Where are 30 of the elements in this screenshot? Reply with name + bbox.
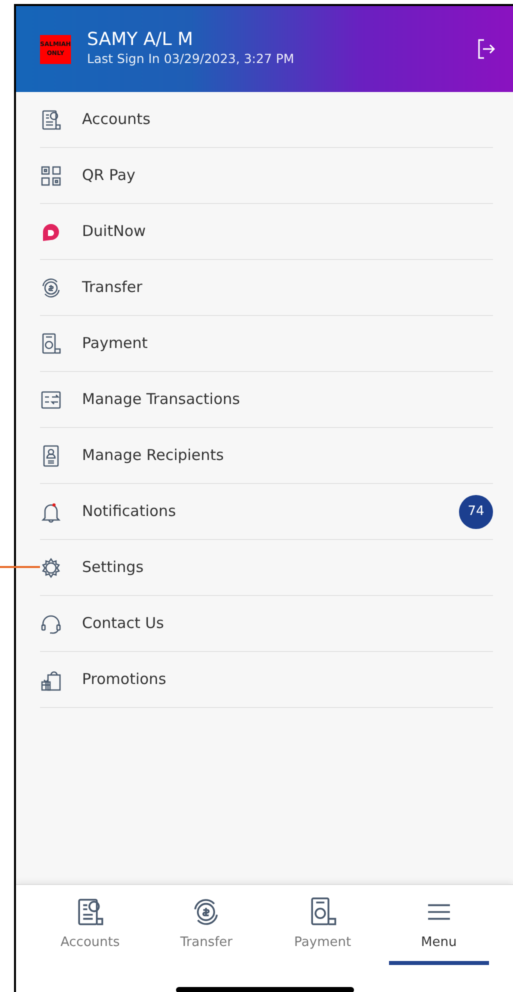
menu-item[interactable]: Transfer <box>82 276 493 299</box>
transactions-icon <box>40 388 62 410</box>
menu-item[interactable]: Contact Us <box>82 612 493 635</box>
logout-icon[interactable] <box>477 39 495 59</box>
count-badge: 74 <box>459 494 493 528</box>
nav-tab[interactable]: Payment <box>272 927 373 964</box>
headset-icon <box>40 612 62 634</box>
gift-icon <box>40 668 62 690</box>
leader-line <box>0 566 40 568</box>
menu-item[interactable]: Notifications <box>82 500 459 523</box>
menu-item[interactable]: Payment <box>82 332 493 355</box>
menu-item[interactable]: QR Pay <box>82 164 493 187</box>
menu-item[interactable]: Manage Transactions <box>82 388 493 411</box>
nav-tab[interactable]: Accounts <box>40 927 140 964</box>
menu-item[interactable]: Manage Recipients <box>82 444 493 467</box>
user-name: SAMY A/L M <box>87 30 194 50</box>
menu-item[interactable]: Settings <box>82 556 493 579</box>
accounts-icon <box>40 108 62 130</box>
menu-item[interactable]: Promotions <box>82 668 493 691</box>
gear-icon <box>40 556 62 578</box>
menu-item[interactable]: DuitNow <box>82 220 493 243</box>
bill-icon <box>40 332 62 354</box>
menu-item[interactable]: Accounts <box>82 108 493 131</box>
transfer-icon <box>40 276 62 298</box>
nav-tab[interactable]: Transfer <box>156 927 256 964</box>
qr-code-icon <box>40 164 62 186</box>
bell-icon <box>40 500 62 522</box>
last-sign-in: Last Sign In 03/29/2023, 3:27 PM <box>87 50 296 68</box>
accounts-icon <box>75 897 106 927</box>
nav-tab[interactable]: Menu <box>388 927 489 964</box>
